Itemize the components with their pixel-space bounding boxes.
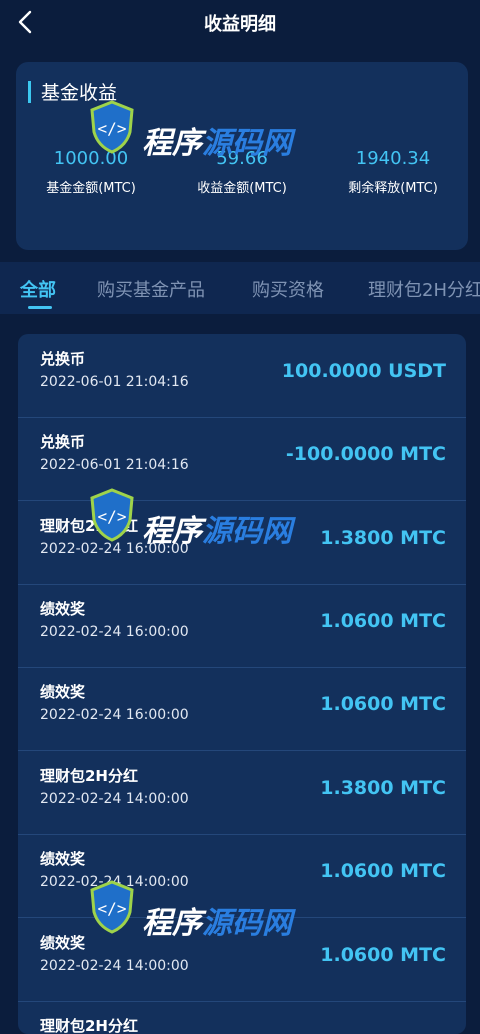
- list-item[interactable]: 兑换币 2022-06-01 21:04:16 100.0000 USDT: [18, 334, 466, 418]
- tab-buy-qualification[interactable]: 购买资格: [252, 276, 324, 302]
- record-time: 2022-02-24 16:00:00: [40, 624, 189, 640]
- record-amount: 1.0600 MTC: [320, 860, 446, 882]
- tab-all[interactable]: 全部: [20, 276, 56, 302]
- record-type: 绩效奖: [40, 683, 86, 701]
- page-title: 收益明细: [204, 14, 276, 35]
- record-time: 2022-02-24 16:00:00: [40, 707, 189, 723]
- record-time: 2022-02-24 16:00:00: [40, 541, 189, 557]
- record-type: 绩效奖: [40, 850, 86, 868]
- accent-bar: [28, 80, 31, 103]
- record-type: 理财包2H分红: [40, 517, 138, 535]
- stat-fund-amount: 1000.00 基金金额(MTC): [16, 148, 166, 196]
- record-type: 绩效奖: [40, 600, 86, 618]
- list-item[interactable]: 理财包2H分红 2022-02-24 16:00:00 1.3800 MTC: [18, 501, 466, 585]
- card-title: 基金收益: [41, 82, 118, 104]
- record-amount: -100.0000 MTC: [285, 443, 446, 465]
- record-amount: 1.3800 MTC: [320, 777, 446, 799]
- record-type: 兑换币: [40, 433, 86, 451]
- list-item[interactable]: 绩效奖 2022-02-24 16:00:00 1.0600 MTC: [18, 584, 466, 668]
- stat-remaining-release: 1940.34 剩余释放(MTC): [318, 148, 468, 196]
- stat-label: 基金金额(MTC): [46, 181, 136, 196]
- record-time: 2022-06-01 21:04:16: [40, 457, 189, 473]
- fund-earnings-card: 基金收益 1000.00 基金金额(MTC) 59.66 收益金额(MTC) 1…: [16, 62, 468, 250]
- stat-label: 收益金额(MTC): [197, 181, 287, 196]
- stat-earnings-amount: 59.66 收益金额(MTC): [167, 148, 317, 196]
- stat-value: 59.66: [216, 148, 268, 169]
- filter-tabs: 全部 购买基金产品 购买资格 理财包2H分红: [0, 262, 480, 314]
- record-type: 兑换币: [40, 350, 86, 368]
- list-item[interactable]: 兑换币 2022-06-01 21:04:16 -100.0000 MTC: [18, 417, 466, 501]
- record-type: 理财包2H分红: [40, 767, 138, 785]
- card-header: 基金收益: [28, 78, 117, 105]
- record-amount: 100.0000 USDT: [281, 360, 446, 382]
- list-item[interactable]: 理财包2H分红 2022-02-24 14:00:00 1.3800 MTC: [18, 751, 466, 835]
- list-item[interactable]: 理财包2H分红: [18, 1001, 466, 1034]
- record-time: 2022-02-24 14:00:00: [40, 791, 189, 807]
- record-time: 2022-02-24 14:00:00: [40, 874, 189, 890]
- tab-wealth-package-dividend[interactable]: 理财包2H分红: [368, 276, 480, 302]
- record-amount: 1.0600 MTC: [320, 693, 446, 715]
- record-type: 理财包2H分红: [40, 1017, 138, 1034]
- stat-label: 剩余释放(MTC): [348, 181, 438, 196]
- record-type: 绩效奖: [40, 934, 86, 952]
- list-item[interactable]: 绩效奖 2022-02-24 14:00:00 1.0600 MTC: [18, 834, 466, 918]
- top-bar: 收益明细: [0, 0, 480, 50]
- record-amount: 1.0600 MTC: [320, 610, 446, 632]
- record-time: 2022-06-01 21:04:16: [40, 374, 189, 390]
- list-item[interactable]: 绩效奖 2022-02-24 16:00:00 1.0600 MTC: [18, 667, 466, 751]
- records-list: 兑换币 2022-06-01 21:04:16 100.0000 USDT 兑换…: [18, 334, 466, 1034]
- stat-value: 1940.34: [355, 148, 431, 169]
- tab-buy-fund-product[interactable]: 购买基金产品: [97, 276, 205, 302]
- record-amount: 1.3800 MTC: [320, 527, 446, 549]
- list-item[interactable]: 绩效奖 2022-02-24 14:00:00 1.0600 MTC: [18, 918, 466, 1002]
- record-amount: 1.0600 MTC: [320, 944, 446, 966]
- active-tab-indicator: [28, 306, 52, 309]
- record-time: 2022-02-24 14:00:00: [40, 958, 189, 974]
- stat-value: 1000.00: [53, 148, 129, 169]
